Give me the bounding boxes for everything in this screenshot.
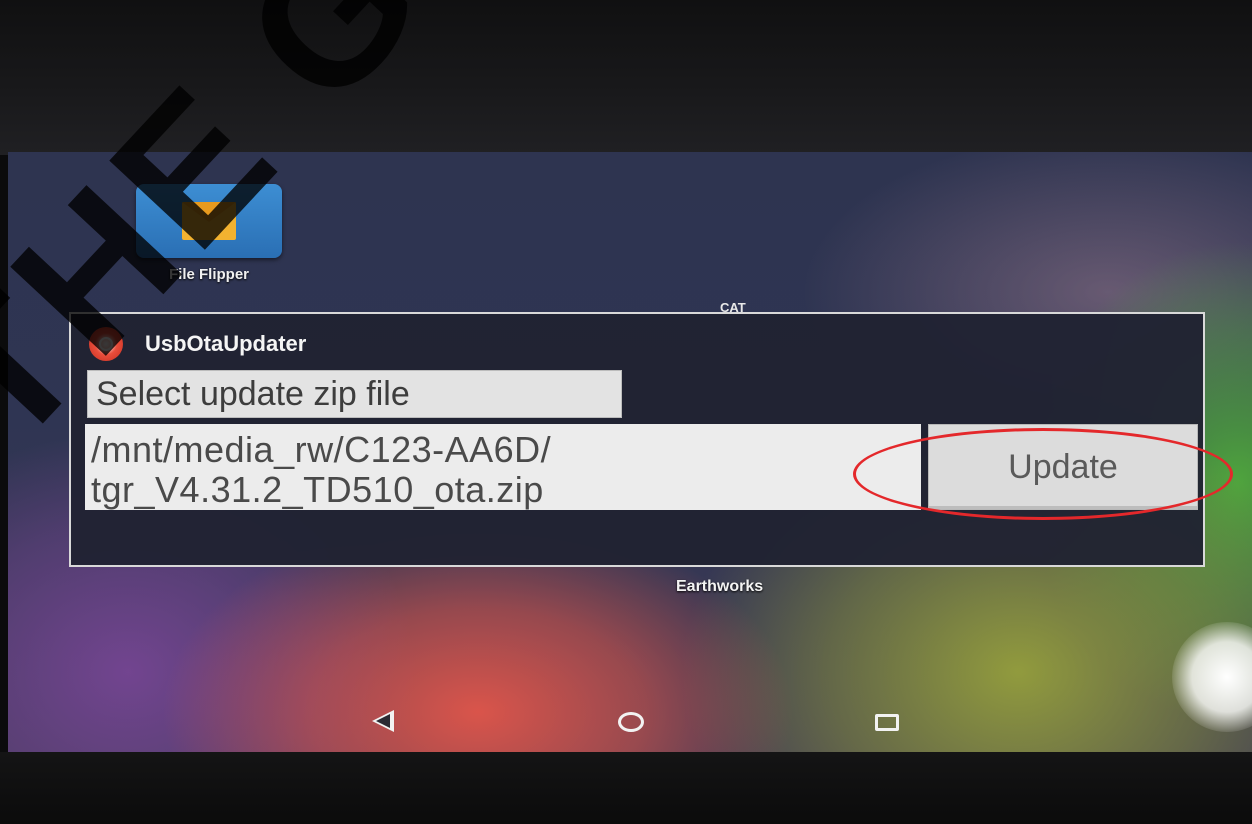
android-navigation-bar bbox=[8, 690, 1252, 750]
update-file-path-field[interactable]: /mnt/media_rw/C123-AA6D/ tgr_V4.31.2_TD5… bbox=[85, 424, 921, 510]
device-bezel-top bbox=[0, 0, 1252, 155]
envelope-icon bbox=[182, 202, 236, 240]
device-bezel-bottom bbox=[0, 752, 1252, 824]
back-triangle-icon[interactable] bbox=[372, 710, 394, 732]
select-zip-file-button[interactable]: Select update zip file bbox=[87, 370, 622, 418]
dialog-title: UsbOtaUpdater bbox=[145, 331, 307, 356]
desktop-app-file-flipper[interactable]: File Flipper bbox=[134, 184, 284, 283]
dialog-header: UsbOtaUpdater bbox=[89, 326, 306, 362]
file-flipper-icon bbox=[136, 184, 282, 258]
recents-square-icon[interactable] bbox=[875, 714, 899, 731]
home-circle-icon[interactable] bbox=[618, 712, 644, 732]
highlight-annotation-ellipse bbox=[853, 428, 1233, 520]
desktop-app-label: File Flipper bbox=[168, 266, 249, 283]
desktop-app-earthworks-label[interactable]: Earthworks bbox=[676, 578, 763, 596]
updater-app-icon bbox=[89, 327, 123, 361]
path-line-1: /mnt/media_rw/C123-AA6D/ bbox=[91, 429, 552, 470]
path-line-2: tgr_V4.31.2_TD510_ota.zip bbox=[91, 469, 544, 510]
